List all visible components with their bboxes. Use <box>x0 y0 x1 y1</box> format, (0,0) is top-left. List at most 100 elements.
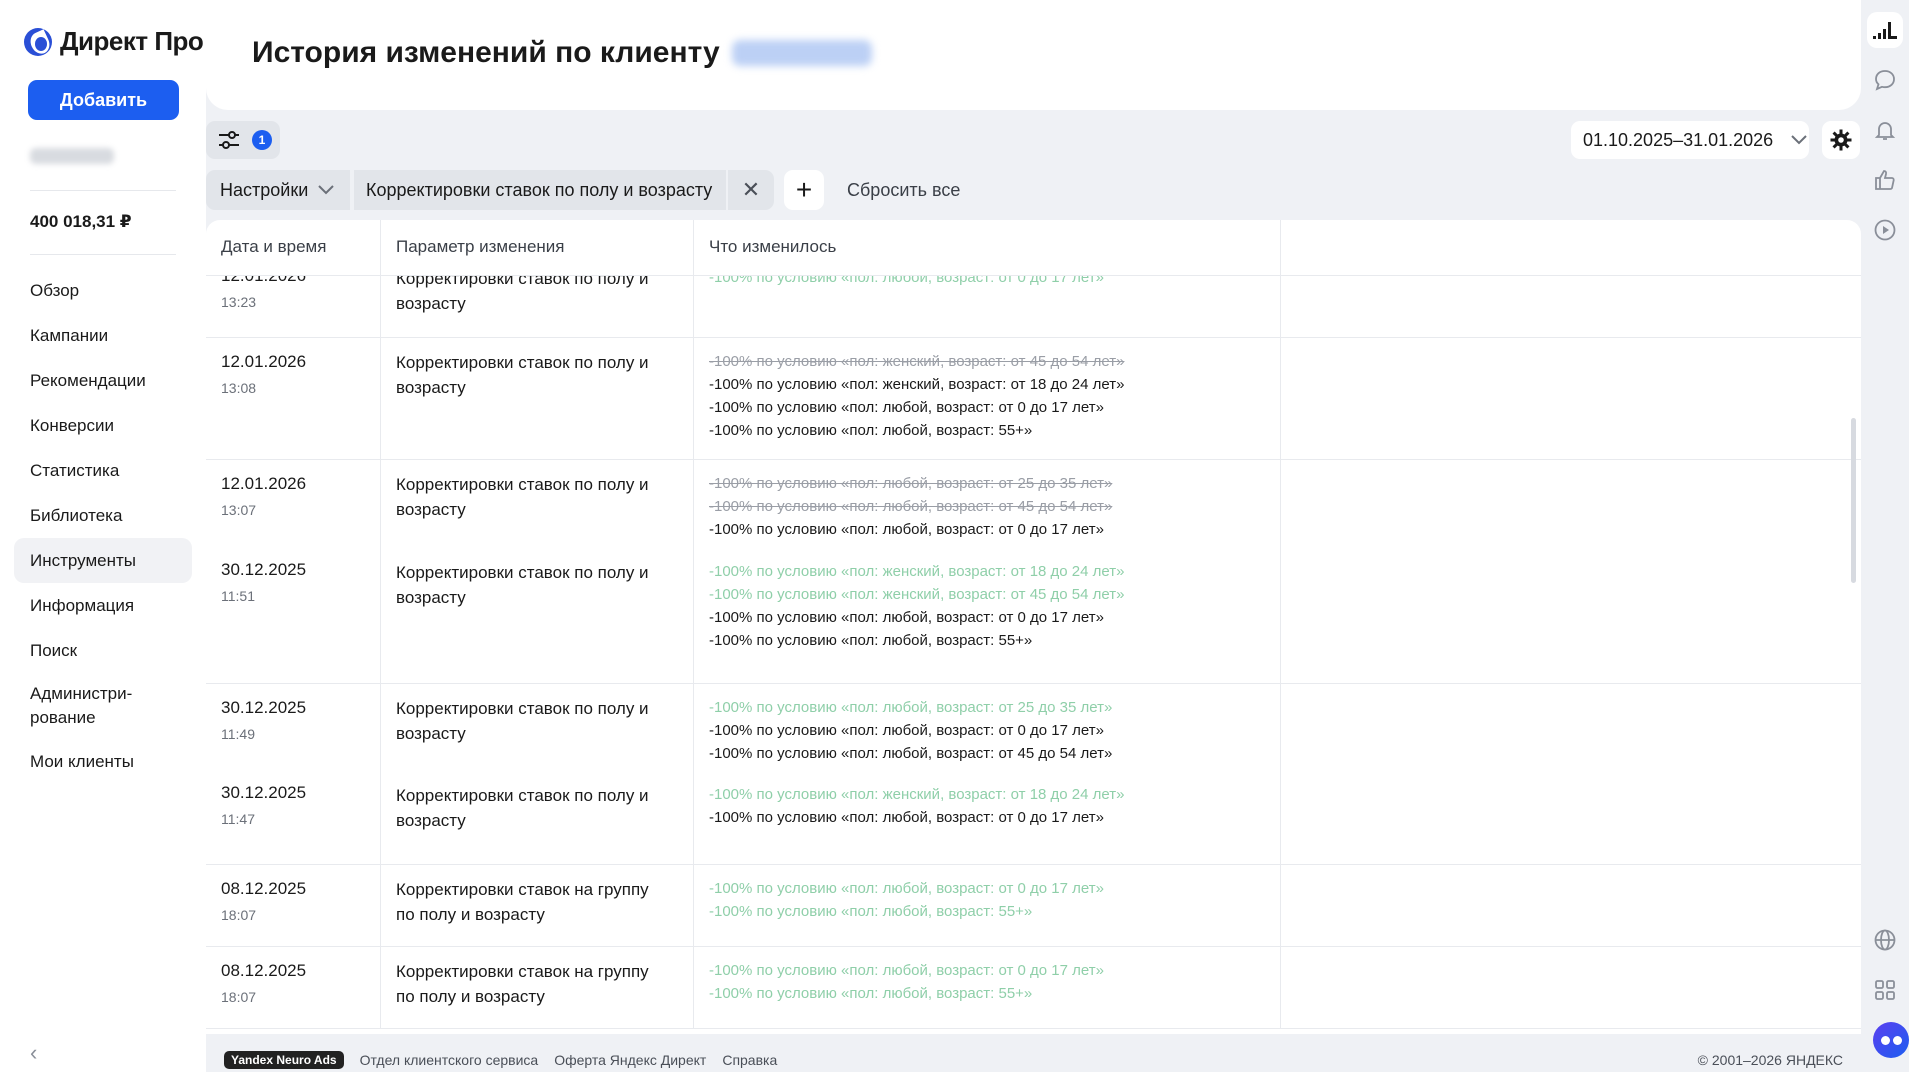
sidebar-item-tools[interactable]: Инструменты <box>14 538 192 583</box>
sidebar-item-library[interactable]: Библиотека <box>14 493 192 538</box>
row-date: 08.12.2025 <box>221 879 307 898</box>
footer-link-offer[interactable]: Оферта Яндекс Директ <box>554 1052 706 1068</box>
bell-icon[interactable] <box>1867 112 1903 148</box>
cell-parameter: Корректировки ставок на группу по полу и… <box>381 865 694 946</box>
gear-icon <box>1830 129 1852 151</box>
cell-changes: -100% по условию «пол: любой, возраст: о… <box>694 276 1281 337</box>
change-line-current: -100% по условию «пол: любой, возраст: о… <box>709 609 1104 626</box>
thumbs-up-icon[interactable] <box>1867 162 1903 198</box>
change-line-new: -100% по условию «пол: любой, возраст: о… <box>709 699 1113 716</box>
change-line-new: -100% по условию «пол: любой, возраст: о… <box>709 962 1104 979</box>
page-header: История изменений по клиенту <box>206 0 1861 110</box>
filters-toggle-button[interactable]: 1 <box>206 121 280 159</box>
cell-parameter: Корректировки ставок по полу и возрасту <box>381 460 694 560</box>
table-settings-button[interactable] <box>1822 121 1860 159</box>
add-button[interactable]: Добавить <box>28 80 179 120</box>
column-header-changes[interactable]: Что изменилось <box>694 220 1281 275</box>
cell-empty <box>1281 276 1861 337</box>
cell-parameter: Корректировки ставок по полу и возрасту <box>381 338 694 459</box>
row-time: 13:07 <box>221 502 257 518</box>
direct-logo-icon <box>24 27 52 56</box>
cell-changes: -100% по условию «пол: любой, возраст: о… <box>694 947 1281 1028</box>
row-date: 12.01.2026 <box>221 474 307 493</box>
sidebar-item-conversions[interactable]: Конверсии <box>14 403 192 448</box>
grid-icon[interactable] <box>1867 972 1903 1008</box>
cell-parameter: Корректировки ставок по полу и возрасту <box>381 684 694 783</box>
column-header-parameter[interactable]: Параметр изменения <box>381 220 694 275</box>
change-line-new: -100% по условию «пол: любой, возраст: о… <box>709 276 1104 286</box>
neuro-ads-badge[interactable]: Yandex Neuro Ads <box>224 1051 344 1069</box>
logo[interactable]: Директ Про <box>24 26 204 57</box>
row-date: 12.01.2026 <box>221 352 307 371</box>
active-filters-badge: 1 <box>252 130 272 150</box>
page-title: История изменений по клиенту <box>252 36 872 70</box>
table-body: 12.01.2026 13:23 Корректировки ставок по п… <box>206 276 1861 1034</box>
row-parameter: Корректировки ставок по полу и возрасту <box>396 563 649 607</box>
cell-changes: -100% по условию «пол: женский, возраст:… <box>694 560 1281 683</box>
chat-icon[interactable] <box>1867 62 1903 98</box>
filter-chip-value[interactable]: Корректировки ставок по полу и возрасту <box>354 170 726 210</box>
row-parameter: Корректировки ставок по полу и возрасту <box>396 786 649 830</box>
footer: Yandex Neuro Ads Отдел клиентского серви… <box>206 1048 1861 1072</box>
cell-datetime: 12.01.2026 13:07 <box>206 460 381 560</box>
change-line-current: -100% по условию «пол: любой, возраст: 5… <box>709 632 1033 649</box>
signal-bars-icon[interactable] <box>1867 12 1903 48</box>
sidebar-item-administration[interactable]: Админист­ри-рование <box>14 673 192 739</box>
table-row: 12.01.2026 13:07 Корректировки ставок по п… <box>206 460 1861 560</box>
sidebar-item-my-clients[interactable]: Мои клиенты <box>14 739 192 784</box>
assistant-dot-icon <box>1892 1035 1902 1045</box>
change-line-old: -100% по условию «пол: любой, возраст: о… <box>709 498 1113 515</box>
play-icon[interactable] <box>1867 212 1903 248</box>
change-line-current: -100% по условию «пол: любой, возраст: о… <box>709 722 1104 739</box>
sliders-icon <box>219 131 239 149</box>
footer-link-client-service[interactable]: Отдел клиентского сервиса <box>360 1052 539 1068</box>
footer-link-help[interactable]: Справка <box>722 1052 777 1068</box>
cell-parameter: Корректировки ставок по полу и возрасту <box>381 560 694 683</box>
date-range-picker[interactable]: 01.10.2025–31.01.2026 <box>1571 121 1809 159</box>
cell-datetime: 30.12.2025 11:51 <box>206 560 381 683</box>
table-row: 30.12.2025 11:51 Корректировки ставок по п… <box>206 560 1861 684</box>
table-row: 30.12.2025 11:47 Корректировки ставок по п… <box>206 783 1861 865</box>
client-name-blurred[interactable] <box>30 148 114 164</box>
cell-empty <box>1281 460 1861 560</box>
globe-icon[interactable] <box>1867 922 1903 958</box>
row-time: 13:23 <box>221 294 257 310</box>
row-date: 30.12.2025 <box>221 560 307 579</box>
collapse-sidebar-icon[interactable]: ‹ <box>30 1040 37 1066</box>
row-time: 11:51 <box>221 588 255 604</box>
sidebar-item-recommendations[interactable]: Рекомендации <box>14 358 192 403</box>
sidebar-item-overview[interactable]: Обзор <box>14 268 192 313</box>
reset-all-link[interactable]: Сбросить все <box>847 180 960 201</box>
table-scrollbar[interactable] <box>1851 418 1856 583</box>
cell-datetime: 12.01.2026 13:08 <box>206 338 381 459</box>
row-date: 12.01.2026 <box>221 276 380 286</box>
sidebar-item-search[interactable]: Поиск <box>14 628 192 673</box>
cell-datetime: 08.12.2025 18:07 <box>206 865 381 946</box>
history-table: Дата и время Параметр изменения Что изме… <box>206 220 1861 1034</box>
change-line-new: -100% по условию «пол: женский, возраст:… <box>709 586 1125 603</box>
change-line-current: -100% по условию «пол: любой, возраст: о… <box>709 521 1104 538</box>
cell-changes: -100% по условию «пол: любой, возраст: о… <box>694 865 1281 946</box>
change-line-current: -100% по условию «пол: любой, возраст: о… <box>709 399 1104 416</box>
cell-parameter: Корректировки ставок на группу по полу и… <box>381 947 694 1028</box>
assistant-button[interactable] <box>1873 1022 1909 1058</box>
sidebar-item-campaigns[interactable]: Кампании <box>14 313 192 358</box>
sidebar-item-statistics[interactable]: Статистика <box>14 448 192 493</box>
client-login-blurred <box>731 40 872 66</box>
change-line-current: -100% по условию «пол: любой, возраст: о… <box>709 809 1104 826</box>
row-time: 18:07 <box>221 989 257 1005</box>
cell-changes: -100% по условию «пол: любой, возраст: о… <box>694 460 1281 560</box>
remove-filter-button[interactable]: ✕ <box>728 170 774 210</box>
page-title-text: История изменений по клиенту <box>252 36 720 69</box>
table-row: 12.01.2026 13:23 Корректировки ставок по п… <box>206 276 1861 338</box>
cell-datetime: 30.12.2025 11:49 <box>206 684 381 783</box>
filter-chip-settings[interactable]: Настройки <box>206 170 350 210</box>
cell-changes: -100% по условию «пол: любой, возраст: о… <box>694 684 1281 783</box>
row-date: 30.12.2025 <box>221 698 307 717</box>
row-parameter: Корректировки ставок на группу по полу и… <box>396 880 649 924</box>
add-filter-button[interactable]: + <box>784 170 824 210</box>
column-header-datetime[interactable]: Дата и время <box>206 220 381 275</box>
table-header: Дата и время Параметр изменения Что изме… <box>206 220 1861 276</box>
filter-chip-label: Настройки <box>220 179 309 200</box>
sidebar-item-information[interactable]: Информация <box>14 583 192 628</box>
